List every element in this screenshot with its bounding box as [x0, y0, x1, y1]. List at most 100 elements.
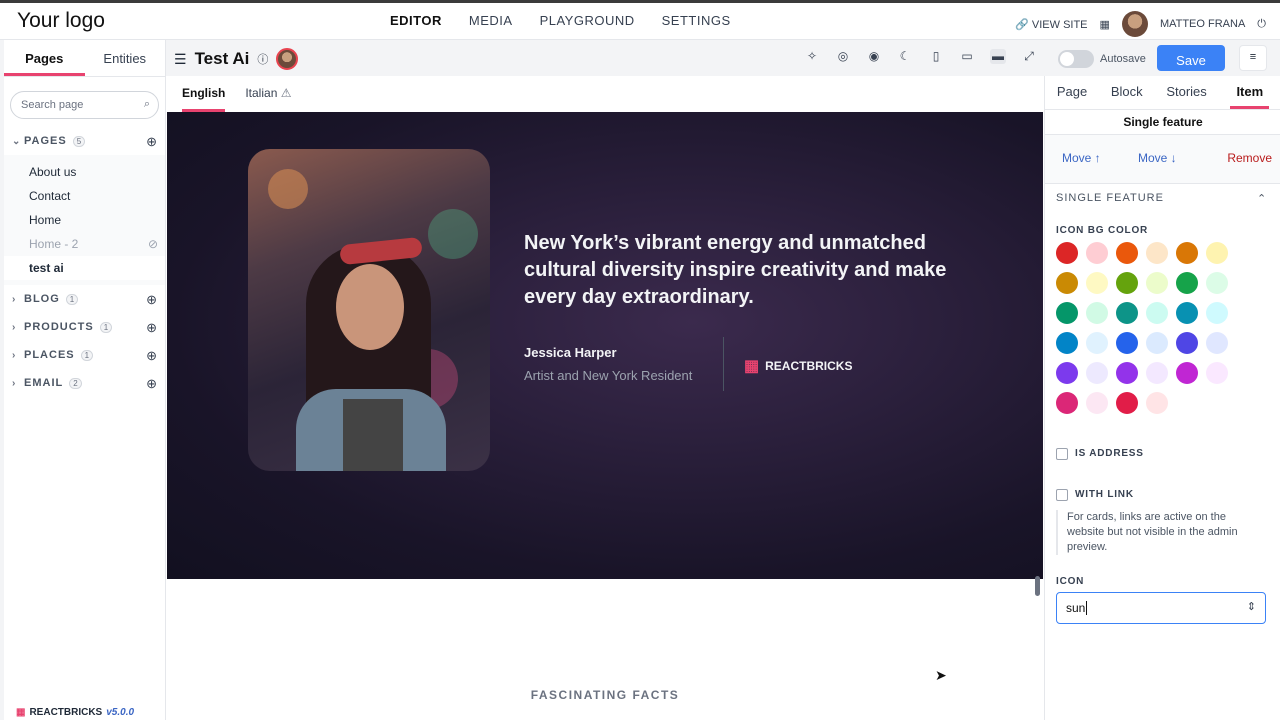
remove-button[interactable]: Remove — [1227, 151, 1272, 165]
company-logo[interactable]: ▦ REACTBRICKS — [744, 356, 852, 376]
autosave-toggle[interactable]: Autosave — [1058, 50, 1146, 68]
fullscreen-icon[interactable]: ⤢ — [1021, 49, 1037, 64]
tab-item[interactable]: Item — [1230, 76, 1270, 109]
info-icon[interactable]: ⓘ — [257, 51, 268, 67]
user-avatar[interactable] — [1121, 11, 1148, 37]
chevron-up-icon[interactable]: ⌃ — [1257, 192, 1267, 205]
nav-media[interactable]: MEDIA — [469, 13, 513, 28]
hamburger-icon[interactable]: ☰ — [174, 51, 187, 68]
color-swatch[interactable] — [1086, 302, 1108, 324]
user-name[interactable]: MATTEO FRANA — [1160, 18, 1245, 30]
color-swatch[interactable] — [1176, 302, 1198, 324]
color-swatch[interactable] — [1086, 242, 1108, 264]
author-name[interactable]: Jessica Harper — [524, 345, 692, 360]
link-icon: 🔗 — [1015, 18, 1029, 31]
move-up-button[interactable]: Move ↑ — [1062, 151, 1101, 165]
color-swatch[interactable] — [1116, 332, 1138, 354]
color-swatch[interactable] — [1206, 272, 1228, 294]
is-address-checkbox[interactable] — [1056, 448, 1068, 460]
color-swatch[interactable] — [1146, 332, 1168, 354]
page-item-about[interactable]: About us — [4, 160, 165, 184]
group-places[interactable]: › PLACES 1 ⊕ — [4, 341, 165, 369]
tablet-icon[interactable]: ▭ — [959, 49, 975, 64]
color-swatch[interactable] — [1206, 362, 1228, 384]
nav-settings[interactable]: SETTINGS — [662, 13, 731, 28]
tab-pages[interactable]: Pages — [4, 40, 85, 76]
color-swatch[interactable] — [1116, 392, 1138, 414]
section-header[interactable]: SINGLE FEATURE ⌃ — [1056, 192, 1266, 205]
group-products[interactable]: › PRODUCTS 1 ⊕ — [4, 313, 165, 341]
app-logo[interactable]: Your logo — [17, 9, 105, 33]
move-down-button[interactable]: Move ↓ — [1138, 151, 1177, 165]
page-item-home[interactable]: Home — [4, 208, 165, 232]
testimonial-photo[interactable] — [248, 149, 490, 471]
panel-toggle-icon[interactable]: ≡ — [1239, 45, 1267, 71]
color-swatch[interactable] — [1116, 242, 1138, 264]
view-site-link[interactable]: 🔗 VIEW SITE — [1015, 18, 1087, 31]
add-page-icon[interactable]: ⊕ — [146, 376, 158, 392]
color-swatch[interactable] — [1206, 242, 1228, 264]
add-page-icon[interactable]: ⊕ — [146, 348, 158, 364]
tab-page[interactable]: Page — [1057, 76, 1087, 109]
color-swatch[interactable] — [1056, 332, 1078, 354]
mobile-icon[interactable]: ▯ — [928, 49, 944, 64]
color-swatch[interactable] — [1206, 332, 1228, 354]
color-swatch[interactable] — [1116, 302, 1138, 324]
tab-english[interactable]: English — [182, 76, 226, 112]
nav-playground[interactable]: PLAYGROUND — [540, 13, 635, 28]
ai-sparkle-icon[interactable]: ✧ — [804, 49, 820, 64]
color-swatch[interactable] — [1086, 392, 1108, 414]
tab-stories[interactable]: Stories — [1166, 76, 1206, 109]
moon-icon[interactable]: ☾ — [897, 49, 913, 64]
color-swatch[interactable] — [1176, 362, 1198, 384]
color-swatch[interactable] — [1086, 332, 1108, 354]
color-swatch[interactable] — [1056, 242, 1078, 264]
color-swatch[interactable] — [1176, 332, 1198, 354]
group-pages[interactable]: ⌄ PAGES 5 ⊕ — [4, 127, 165, 155]
tab-entities[interactable]: Entities — [85, 40, 166, 76]
search-input[interactable]: Search page ⌕ — [10, 91, 159, 119]
toggle-switch[interactable] — [1058, 50, 1094, 68]
color-swatch[interactable] — [1206, 302, 1228, 324]
add-page-icon[interactable]: ⊕ — [146, 292, 158, 308]
add-page-icon[interactable]: ⊕ — [146, 134, 158, 150]
with-link-checkbox[interactable] — [1056, 489, 1068, 501]
testimonial-block[interactable]: New York’s vibrant energy and unmatched … — [167, 112, 1043, 579]
testimonial-quote[interactable]: New York’s vibrant energy and unmatched … — [524, 230, 964, 311]
color-swatch[interactable] — [1056, 272, 1078, 294]
group-blog[interactable]: › BLOG 1 ⊕ — [4, 285, 165, 313]
tab-italian[interactable]: Italian ⚠ — [245, 76, 291, 112]
facts-heading[interactable]: FASCINATING FACTS — [166, 688, 1044, 702]
add-page-icon[interactable]: ⊕ — [146, 320, 158, 336]
tab-block[interactable]: Block — [1111, 76, 1143, 109]
group-email[interactable]: › EMAIL 2 ⊕ — [4, 369, 165, 397]
page-item-home-2[interactable]: Home - 2 ⊘ — [4, 232, 165, 256]
author-avatar[interactable] — [276, 48, 299, 70]
color-swatch[interactable] — [1146, 362, 1168, 384]
color-swatch[interactable] — [1146, 392, 1168, 414]
author-role[interactable]: Artist and New York Resident — [524, 368, 692, 383]
color-swatch[interactable] — [1086, 272, 1108, 294]
icon-select[interactable]: sun ⇕ — [1056, 592, 1266, 624]
color-swatch[interactable] — [1056, 392, 1078, 414]
nav-editor[interactable]: EDITOR — [390, 13, 442, 28]
calendar-icon[interactable]: ▦ — [1100, 18, 1110, 31]
save-button[interactable]: Save — [1157, 45, 1225, 71]
page-item-test-ai[interactable]: test ai — [4, 256, 165, 280]
color-swatch[interactable] — [1146, 242, 1168, 264]
power-icon[interactable]: ⏻ — [1257, 18, 1266, 31]
color-swatch[interactable] — [1116, 272, 1138, 294]
eye-icon[interactable]: ◉ — [866, 49, 882, 64]
scrollbar-thumb[interactable] — [1035, 576, 1040, 596]
color-swatch[interactable] — [1086, 362, 1108, 384]
color-swatch[interactable] — [1116, 362, 1138, 384]
color-swatch[interactable] — [1176, 242, 1198, 264]
color-swatch[interactable] — [1176, 272, 1198, 294]
target-icon[interactable]: ◎ — [835, 49, 851, 64]
color-swatch[interactable] — [1146, 302, 1168, 324]
color-swatch[interactable] — [1056, 302, 1078, 324]
color-swatch[interactable] — [1146, 272, 1168, 294]
page-item-contact[interactable]: Contact — [4, 184, 165, 208]
desktop-icon[interactable]: ▬ — [990, 49, 1006, 64]
color-swatch[interactable] — [1056, 362, 1078, 384]
